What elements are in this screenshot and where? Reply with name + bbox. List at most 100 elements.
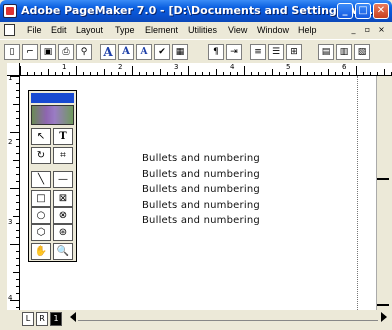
menu-element[interactable]: Element: [145, 25, 178, 35]
rectangle-frame-tool[interactable]: ⊠: [53, 190, 73, 207]
left-master-page-icon[interactable]: L: [22, 312, 34, 326]
ruler-tick: [27, 72, 28, 75]
ruler-tick: [41, 72, 42, 75]
ruler-tick: [216, 69, 217, 75]
ruler-origin[interactable]: [7, 63, 20, 76]
ruler-tick: [370, 72, 371, 75]
hand-tool[interactable]: ✋: [31, 243, 51, 260]
horizontal-scrollbar[interactable]: [78, 320, 378, 321]
ruler-tick: [83, 72, 84, 75]
print-icon[interactable]: ⎙: [58, 44, 74, 60]
ruler-tick: [16, 258, 19, 259]
ruler-label: 5: [286, 63, 291, 71]
ruler-tick: [16, 230, 19, 231]
doc-minimize-button[interactable]: _: [348, 25, 359, 36]
doc-close-button[interactable]: ×: [376, 25, 387, 36]
ruler-tick: [16, 286, 19, 287]
ruler-tick: [328, 69, 329, 75]
font-size-down-button[interactable]: A: [136, 44, 152, 60]
line-tool[interactable]: ╲: [31, 171, 51, 188]
ruler-tick: [16, 195, 19, 196]
text-block[interactable]: Bullets and numbering Bullets and number…: [142, 151, 260, 229]
zoom-tool[interactable]: 🔍: [53, 243, 73, 260]
ruler-tick: [16, 237, 19, 238]
horizontal-ruler[interactable]: 1 2 3 4 5 6: [20, 63, 392, 76]
polygon-frame-tool[interactable]: ⊛: [53, 224, 73, 241]
page-icon[interactable]: ▤: [318, 44, 334, 60]
menu-utilities[interactable]: Utilities: [188, 25, 217, 35]
menu-layout[interactable]: Layout: [76, 25, 103, 35]
font-size-up-button[interactable]: A: [118, 44, 134, 60]
menu-edit[interactable]: Edit: [51, 25, 67, 35]
ruler-tick: [104, 69, 105, 75]
ruler-tick: [20, 66, 21, 75]
ruler-tick: [69, 72, 70, 75]
ruler-tick: [16, 307, 19, 308]
crop-tool[interactable]: ⌗: [53, 147, 73, 164]
page-1-icon[interactable]: 1: [50, 312, 62, 326]
polygon-tool[interactable]: ⬡: [31, 224, 51, 241]
ruler-tick: [377, 72, 378, 75]
find-icon[interactable]: ⚲: [76, 44, 92, 60]
ruler-tick: [111, 72, 112, 75]
text-tool[interactable]: T: [53, 128, 73, 145]
ruler-tick: [13, 160, 19, 161]
minimize-button[interactable]: _: [337, 3, 353, 19]
ruler-tick: [230, 72, 231, 75]
rotate-tool[interactable]: ↻: [31, 147, 51, 164]
maximize-button[interactable]: □: [355, 3, 371, 19]
indent-icon[interactable]: ⇥: [226, 44, 242, 60]
doc-restore-button[interactable]: ▫: [362, 25, 373, 36]
text-line: Bullets and numbering: [142, 184, 260, 195]
ruler-tick: [16, 293, 19, 294]
toolbox-palette[interactable]: ↖ T ↻ ⌗ ╲ — □ ⊠ ○ ⊗ ⬡ ⊛ ✋ 🔍: [28, 90, 77, 262]
ruler-tick: [384, 69, 385, 75]
grid-icon[interactable]: ▥: [336, 44, 352, 60]
scroll-thumb[interactable]: [377, 178, 389, 180]
ruler-tick: [16, 265, 19, 266]
ruler-tick: [335, 72, 336, 75]
text-wrap-icon[interactable]: ⊞: [286, 44, 302, 60]
ruler-tick: [16, 223, 19, 224]
ruler-tick: [34, 72, 35, 75]
new-icon[interactable]: ▯: [4, 44, 20, 60]
text-line: Bullets and numbering: [142, 153, 260, 164]
ruler-tick: [160, 69, 161, 75]
paragraph-icon[interactable]: ¶: [208, 44, 224, 60]
ruler-tick: [258, 72, 259, 75]
menu-file[interactable]: File: [27, 25, 42, 35]
image-icon[interactable]: ▦: [172, 44, 188, 60]
bullet-list-icon[interactable]: ≡: [250, 44, 266, 60]
vertical-scrollbar[interactable]: [376, 76, 392, 310]
pagemaker-app-icon[interactable]: [3, 4, 17, 18]
pointer-tool[interactable]: ↖: [31, 128, 51, 145]
ruler-tick: [132, 66, 133, 75]
scroll-left-icon[interactable]: [70, 312, 76, 322]
font-button[interactable]: A: [100, 44, 116, 60]
ruler-tick: [16, 279, 19, 280]
open-icon[interactable]: ⌐: [22, 44, 38, 60]
ruler-tick: [307, 72, 308, 75]
menu-type[interactable]: Type: [115, 25, 135, 35]
document-icon[interactable]: [4, 24, 15, 36]
save-icon[interactable]: ▣: [40, 44, 56, 60]
title-bar[interactable]: Adobe PageMaker 7.0 - [D:\Documents and …: [0, 0, 392, 22]
right-master-page-icon[interactable]: R: [36, 312, 48, 326]
ruler-tick: [13, 272, 19, 273]
menu-view[interactable]: View: [228, 25, 247, 35]
ruler-tick: [13, 216, 19, 217]
ruler-tick: [62, 72, 63, 75]
number-list-icon[interactable]: ☰: [268, 44, 284, 60]
ellipse-tool[interactable]: ○: [31, 207, 51, 224]
panel-icon[interactable]: ▧: [354, 44, 370, 60]
close-button[interactable]: ✕: [373, 3, 389, 19]
check-icon[interactable]: ✔: [154, 44, 170, 60]
ellipse-frame-tool[interactable]: ⊗: [53, 207, 73, 224]
constrained-line-tool[interactable]: —: [53, 171, 73, 188]
menu-help[interactable]: Help: [298, 25, 317, 35]
vertical-ruler[interactable]: 1 2 3 4: [7, 76, 20, 310]
toolbox-title-bar[interactable]: [31, 93, 74, 103]
rectangle-tool[interactable]: □: [31, 190, 51, 207]
scroll-right-icon[interactable]: [381, 312, 387, 322]
menu-window[interactable]: Window: [257, 25, 289, 35]
